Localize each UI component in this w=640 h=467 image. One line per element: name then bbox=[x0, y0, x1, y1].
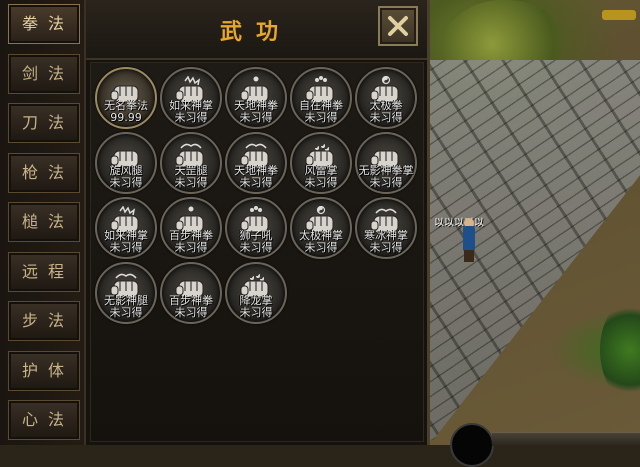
skill-status: 未习得 bbox=[239, 241, 273, 254]
skill-status: 未习得 bbox=[369, 176, 403, 189]
skill-status: 未习得 bbox=[239, 111, 273, 124]
skill-slot[interactable]: 降龙掌 未习得 bbox=[225, 262, 287, 324]
tab-7[interactable]: 护体 bbox=[8, 350, 80, 391]
skill-status: 未习得 bbox=[239, 176, 273, 189]
close-icon bbox=[388, 16, 408, 36]
panel-title-bar: 武功 bbox=[86, 0, 427, 60]
tab-6[interactable]: 步法 bbox=[8, 301, 80, 341]
skill-status: 未习得 bbox=[174, 306, 208, 319]
skill-status: 未习得 bbox=[174, 111, 208, 124]
skill-status: 未习得 bbox=[304, 176, 338, 189]
skill-slot[interactable]: 百步神拳 未习得 bbox=[160, 262, 222, 324]
tab-2[interactable]: 刀法 bbox=[8, 103, 80, 143]
skill-slot[interactable]: 狮子吼 未习得 bbox=[225, 197, 287, 259]
gold-item[interactable] bbox=[602, 10, 636, 20]
skill-slot[interactable]: 如来神掌 未习得 bbox=[160, 67, 222, 129]
skill-status: 未习得 bbox=[109, 241, 143, 254]
skill-status: 未习得 bbox=[174, 241, 208, 254]
skill-slot[interactable]: 天罡腿 未习得 bbox=[160, 132, 222, 194]
skill-slot[interactable]: 太极神掌 未习得 bbox=[290, 197, 352, 259]
skill-status: 未习得 bbox=[304, 111, 338, 124]
skill-status: 未习得 bbox=[109, 176, 143, 189]
close-button[interactable] bbox=[378, 6, 418, 46]
tab-8[interactable]: 心法 bbox=[8, 400, 80, 440]
skill-slot[interactable]: 天地神拳 未习得 bbox=[225, 67, 287, 129]
tab-0[interactable]: 拳法 bbox=[8, 4, 80, 44]
skill-status: 未习得 bbox=[174, 176, 208, 189]
npc-character[interactable] bbox=[458, 218, 480, 262]
tab-3[interactable]: 枪法 bbox=[8, 152, 80, 193]
hud-bar bbox=[492, 432, 640, 446]
skill-status: 未习得 bbox=[239, 306, 273, 319]
tab-5[interactable]: 远程 bbox=[8, 251, 80, 292]
skill-slot[interactable]: 天地神拳 未习得 bbox=[225, 132, 287, 194]
skill-status: 99.99 bbox=[110, 111, 142, 124]
skill-status: 未习得 bbox=[369, 241, 403, 254]
tab-1[interactable]: 剑法 bbox=[8, 53, 80, 94]
skill-slot[interactable]: 无影神腿 未习得 bbox=[95, 262, 157, 324]
tree bbox=[600, 300, 640, 400]
health-orb bbox=[450, 423, 494, 467]
skill-slot[interactable]: 自在神拳 未习得 bbox=[290, 67, 352, 129]
skill-category-tabs: 拳法剑法刀法枪法槌法远程步法护体心法 bbox=[0, 0, 84, 445]
skill-status: 未习得 bbox=[369, 111, 403, 124]
tab-4[interactable]: 槌法 bbox=[8, 202, 80, 242]
skills-panel: 武功 无名拳法 99.99 如来神掌 未习得 天地神拳 未习得 自在神拳 未习得 太极拳 未习得旋… bbox=[84, 0, 430, 445]
skill-grid: 无名拳法 99.99 如来神掌 未习得 天地神拳 未习得 自在神拳 未习得 太极拳 未习得 旋风腿未… bbox=[90, 62, 424, 442]
skill-slot[interactable]: 寒冰神掌 未习得 bbox=[355, 197, 417, 259]
skill-slot[interactable]: 百步神拳 未习得 bbox=[160, 197, 222, 259]
skill-slot[interactable]: 风雷掌 未习得 bbox=[290, 132, 352, 194]
skill-slot[interactable]: 无影神拳掌 未习得 bbox=[355, 132, 417, 194]
skill-status: 未习得 bbox=[304, 241, 338, 254]
panel-title: 武功 bbox=[219, 19, 292, 45]
skill-slot[interactable]: 旋风腿 未习得 bbox=[95, 132, 157, 194]
skill-status: 未习得 bbox=[109, 306, 143, 319]
skill-slot[interactable]: 太极拳 未习得 bbox=[355, 67, 417, 129]
skill-slot[interactable]: 如来神掌 未习得 bbox=[95, 197, 157, 259]
skill-slot[interactable]: 无名拳法 99.99 bbox=[95, 67, 157, 129]
